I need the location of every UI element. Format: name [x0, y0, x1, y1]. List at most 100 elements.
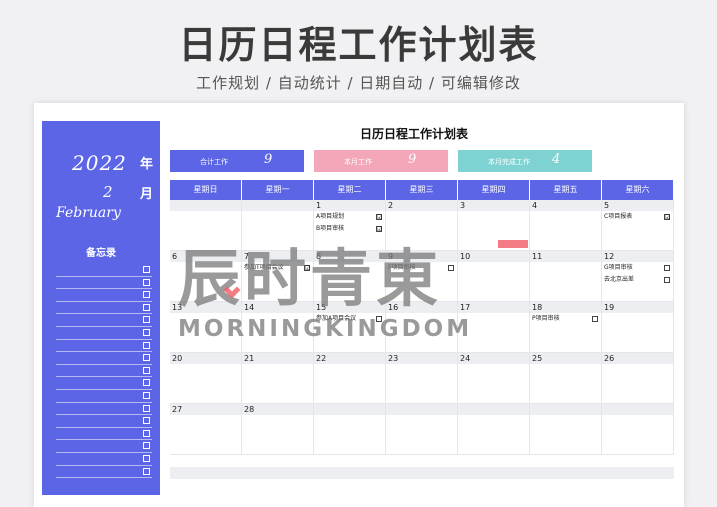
memo-checkbox[interactable] — [143, 404, 150, 412]
calendar-day[interactable]: 15 参加A项目会议 — [314, 302, 386, 352]
day-number: 10 — [458, 251, 529, 262]
event-checkbox[interactable]: ☑ — [376, 226, 382, 233]
event-checkbox[interactable] — [592, 316, 598, 322]
calendar-day[interactable]: 27 — [170, 404, 242, 454]
calendar-day[interactable]: 2 — [386, 200, 458, 250]
event-checkbox[interactable] — [664, 265, 670, 271]
memo-checkbox[interactable] — [143, 442, 150, 450]
memo-list — [56, 264, 152, 479]
memo-line[interactable] — [56, 403, 152, 416]
year-value: 2022 — [72, 151, 127, 175]
event-checkbox[interactable]: ☑ — [664, 214, 670, 221]
calendar-day[interactable] — [314, 404, 386, 454]
calendar-day[interactable]: 25 — [530, 353, 602, 403]
calendar-day[interactable]: 3 — [458, 200, 530, 250]
page-subtitle: 工作规划 / 自动统计 / 日期自动 / 可编辑修改 — [196, 74, 521, 92]
event-checkbox[interactable] — [664, 277, 670, 283]
memo-checkbox[interactable] — [143, 391, 150, 399]
event-checkbox[interactable] — [448, 265, 454, 271]
calendar-day[interactable]: 17 — [458, 302, 530, 352]
memo-line[interactable] — [56, 428, 152, 441]
calendar-day[interactable]: 20 — [170, 353, 242, 403]
day-number: 20 — [170, 353, 241, 364]
calendar-day[interactable]: 7 参加T项目会议 ☑ — [242, 251, 314, 301]
calendar-day[interactable]: 23 — [386, 353, 458, 403]
calendar-footer-row — [170, 467, 674, 479]
calendar-day[interactable] — [458, 404, 530, 454]
memo-line[interactable] — [56, 415, 152, 428]
calendar-day[interactable] — [602, 404, 674, 454]
event-checkbox[interactable] — [376, 316, 382, 322]
event-text: B项目审核 — [316, 225, 345, 232]
memo-checkbox[interactable] — [143, 454, 150, 462]
calendar-day[interactable]: 14 — [242, 302, 314, 352]
calendar-day[interactable]: 19 — [602, 302, 674, 352]
memo-line[interactable] — [56, 390, 152, 403]
event-text: G项目审核 — [604, 264, 633, 271]
memo-line[interactable] — [56, 352, 152, 365]
memo-checkbox[interactable] — [143, 341, 150, 349]
event-item[interactable]: B项目审核 ☑ — [314, 223, 385, 235]
calendar-day[interactable]: 9 F项目审核 — [386, 251, 458, 301]
calendar-day[interactable]: 13 — [170, 302, 242, 352]
memo-checkbox[interactable] — [143, 379, 150, 387]
event-item[interactable]: G项目审核 — [602, 262, 673, 274]
calendar-day[interactable]: 22 — [314, 353, 386, 403]
calendar-day[interactable] — [242, 200, 314, 250]
memo-line[interactable] — [56, 277, 152, 290]
calendar-week: 1 A项目规划 ☑ B项目审核 ☑ 2 3 4 5 C项目报表 ☑ — [170, 200, 674, 251]
memo-line[interactable] — [56, 466, 152, 479]
calendar-day[interactable]: 21 — [242, 353, 314, 403]
calendar-day[interactable] — [530, 404, 602, 454]
calendar-day[interactable]: 6 — [170, 251, 242, 301]
calendar-day[interactable]: 28 — [242, 404, 314, 454]
memo-line[interactable] — [56, 327, 152, 340]
memo-line[interactable] — [56, 365, 152, 378]
memo-checkbox[interactable] — [143, 429, 150, 437]
event-item[interactable]: A项目规划 ☑ — [314, 211, 385, 223]
calendar-day[interactable]: 16 — [386, 302, 458, 352]
calendar-day[interactable]: 26 — [602, 353, 674, 403]
event-item[interactable]: 参加T项目会议 ☑ — [242, 262, 313, 274]
memo-checkbox[interactable] — [143, 467, 150, 475]
event-item[interactable]: F项目审核 — [386, 262, 457, 274]
memo-line[interactable] — [56, 264, 152, 277]
memo-checkbox[interactable] — [143, 417, 150, 425]
memo-checkbox[interactable] — [143, 354, 150, 362]
calendar-day[interactable]: 5 C项目报表 ☑ — [602, 200, 674, 250]
event-item[interactable]: P项目审核 — [530, 313, 601, 325]
stat-label: 合计工作 — [200, 158, 228, 166]
memo-checkbox[interactable] — [143, 303, 150, 311]
calendar-day[interactable]: 4 — [530, 200, 602, 250]
event-item[interactable]: C项目报表 ☑ — [602, 211, 673, 223]
calendar-day[interactable]: 18 P项目审核 — [530, 302, 602, 352]
calendar-title: 日历日程工作计划表 — [360, 127, 469, 141]
memo-line[interactable] — [56, 289, 152, 302]
memo-checkbox[interactable] — [143, 278, 150, 286]
memo-checkbox[interactable] — [143, 328, 150, 336]
memo-checkbox[interactable] — [143, 291, 150, 299]
calendar-day[interactable]: 1 A项目规划 ☑ B项目审核 ☑ — [314, 200, 386, 250]
calendar-day[interactable]: 12 G项目审核 去北京出差 — [602, 251, 674, 301]
memo-checkbox[interactable] — [143, 266, 150, 273]
memo-line[interactable] — [56, 440, 152, 453]
memo-line[interactable] — [56, 377, 152, 390]
memo-line[interactable] — [56, 314, 152, 327]
calendar-day[interactable]: 24 — [458, 353, 530, 403]
day-number: 5 — [602, 200, 673, 211]
calendar-day[interactable]: 10 — [458, 251, 530, 301]
memo-line[interactable] — [56, 302, 152, 315]
event-checkbox[interactable]: ☑ — [304, 265, 310, 272]
calendar-day[interactable] — [170, 200, 242, 250]
memo-checkbox[interactable] — [143, 366, 150, 374]
calendar-day[interactable] — [386, 404, 458, 454]
calendar-day[interactable]: 11 — [530, 251, 602, 301]
event-item[interactable]: 参加A项目会议 — [314, 313, 385, 325]
memo-checkbox[interactable] — [143, 316, 150, 324]
event-item[interactable]: 去北京出差 — [602, 274, 673, 286]
day-number: 2 — [386, 200, 457, 211]
memo-line[interactable] — [56, 453, 152, 466]
event-checkbox[interactable]: ☑ — [376, 214, 382, 221]
calendar-day[interactable]: 8 — [314, 251, 386, 301]
memo-line[interactable] — [56, 340, 152, 353]
